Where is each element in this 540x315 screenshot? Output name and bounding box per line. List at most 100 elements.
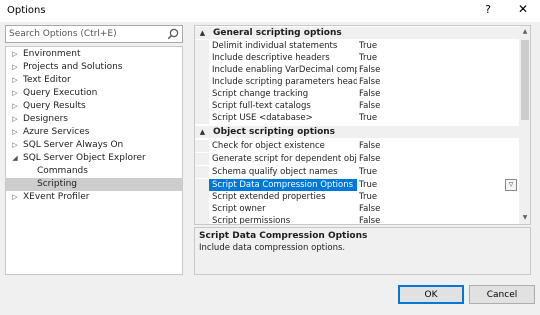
category-general-scripting-options[interactable]: ▲ General scripting options	[195, 27, 519, 39]
row-margin	[195, 179, 209, 191]
row-margin	[195, 40, 209, 52]
tree-item-xevent-profiler[interactable]: ▷ XEvent Profiler	[6, 191, 182, 204]
tree-item-query-results[interactable]: ▷ Query Results	[6, 100, 182, 113]
property-value[interactable]: False	[359, 100, 519, 112]
property-row[interactable]: Script extended properties True	[195, 191, 519, 203]
row-margin	[195, 140, 209, 152]
property-grid: ▲ General scripting options Delimit indi…	[194, 25, 531, 225]
tree-item-sql-server-object-explorer[interactable]: ◢ SQL Server Object Explorer	[6, 152, 182, 165]
tree-item-label: Text Editor	[23, 75, 71, 85]
row-margin	[195, 52, 209, 64]
tree-item-designers[interactable]: ▷ Designers	[6, 113, 182, 126]
property-name: Script permissions	[212, 216, 291, 225]
expand-arrow-icon[interactable]: ▷	[11, 191, 19, 204]
tree-item-label: Designers	[23, 114, 68, 124]
expand-arrow-icon[interactable]: ▷	[11, 87, 19, 100]
description-panel: Script Data Compression Options Include …	[194, 227, 531, 275]
scroll-up-icon[interactable]: ▲	[519, 26, 530, 38]
property-row[interactable]: Generate script for dependent objects Fa…	[195, 153, 519, 165]
property-name: Delimit individual statements	[212, 41, 338, 51]
row-margin	[195, 191, 209, 203]
property-value[interactable]: False	[359, 64, 519, 76]
property-row[interactable]: Script owner False	[195, 203, 519, 215]
property-value[interactable]: True	[359, 191, 519, 203]
collapse-arrow-icon[interactable]: ◢	[11, 152, 19, 165]
tree-item-environment[interactable]: ▷ Environment	[6, 48, 182, 61]
help-icon[interactable]: ?	[478, 3, 498, 19]
expand-arrow-icon[interactable]: ▷	[11, 74, 19, 87]
tree-item-scripting[interactable]: Scripting	[6, 178, 182, 191]
expand-arrow-icon[interactable]: ▷	[11, 126, 19, 139]
row-margin	[195, 76, 209, 88]
property-value[interactable]: False	[359, 76, 519, 88]
tree-item-projects-and-solutions[interactable]: ▷ Projects and Solutions	[6, 61, 182, 74]
tree-item-query-execution[interactable]: ▷ Query Execution	[6, 87, 182, 100]
property-value[interactable]: False	[359, 203, 519, 215]
property-row[interactable]: Include descriptive headers True	[195, 52, 519, 64]
row-margin	[195, 88, 209, 100]
row-margin	[195, 64, 209, 76]
category-object-scripting-options[interactable]: ▲ Object scripting options	[195, 126, 519, 138]
tree-item-text-editor[interactable]: ▷ Text Editor	[6, 74, 182, 87]
expand-arrow-icon[interactable]: ▷	[11, 61, 19, 74]
property-value[interactable]: True	[359, 40, 519, 52]
row-margin	[195, 166, 209, 178]
property-row[interactable]: Include scripting parameters header Fals…	[195, 76, 519, 88]
property-row[interactable]: Script USE <database> True	[195, 112, 519, 124]
tree-item-azure-services[interactable]: ▷ Azure Services	[6, 126, 182, 139]
expand-arrow-icon[interactable]: ▷	[11, 113, 19, 126]
description-text: Include data compression options.	[199, 243, 346, 253]
tree-item-commands[interactable]: Commands	[6, 165, 182, 178]
property-name: Schema qualify object names	[212, 167, 338, 177]
expand-arrow-icon[interactable]: ▷	[11, 100, 19, 113]
row-margin	[195, 112, 209, 124]
property-value[interactable]: True	[359, 52, 519, 64]
tree-item-label: Environment	[23, 49, 81, 59]
property-value[interactable]: True	[359, 166, 519, 178]
property-name: Script owner	[212, 204, 266, 214]
property-value[interactable]: False	[359, 88, 519, 100]
scroll-thumb[interactable]	[521, 40, 529, 120]
tree-item-sql-server-always-on[interactable]: ▷ SQL Server Always On	[6, 139, 182, 152]
property-value[interactable]: True	[359, 179, 519, 191]
property-value[interactable]: False	[359, 153, 519, 165]
property-row[interactable]: Delimit individual statements True	[195, 40, 519, 52]
collapse-category-icon[interactable]: ▲	[198, 126, 207, 138]
property-value[interactable]: False	[359, 140, 519, 152]
tree-item-label: Projects and Solutions	[23, 62, 123, 72]
category-label: Object scripting options	[213, 127, 336, 137]
property-row-selected[interactable]: Script Data Compression Options True	[195, 179, 519, 191]
expand-arrow-icon[interactable]: ▷	[11, 48, 19, 61]
row-margin	[195, 100, 209, 112]
scroll-down-icon[interactable]: ▼	[519, 212, 530, 224]
value-dropdown-icon[interactable]: ▽	[505, 179, 517, 191]
property-value[interactable]: True	[359, 112, 519, 124]
property-name: Script change tracking	[212, 89, 309, 99]
tree-item-label: Azure Services	[23, 127, 90, 137]
property-row[interactable]: Include enabling VarDecimal compression …	[195, 64, 519, 76]
property-row[interactable]: Script change tracking False	[195, 88, 519, 100]
property-row[interactable]: Script permissions False	[195, 215, 519, 225]
expand-arrow-icon[interactable]: ▷	[11, 139, 19, 152]
vertical-scrollbar[interactable]: ▲ ▼	[519, 26, 530, 224]
property-row[interactable]: Script full-text catalogs False	[195, 100, 519, 112]
close-icon[interactable]: ✕	[512, 2, 534, 18]
search-input[interactable]	[6, 26, 164, 42]
search-icon[interactable]	[166, 27, 180, 41]
category-label: General scripting options	[213, 28, 342, 38]
description-title: Script Data Compression Options	[199, 231, 368, 241]
property-name: Script Data Compression Options	[209, 179, 357, 191]
property-row[interactable]: Check for object existence False	[195, 140, 519, 152]
property-value[interactable]: False	[359, 215, 519, 224]
tree-item-label: XEvent Profiler	[23, 192, 90, 202]
cancel-button[interactable]: Cancel	[469, 285, 535, 304]
ok-button[interactable]: OK	[398, 285, 464, 304]
property-row[interactable]: Schema qualify object names True	[195, 166, 519, 178]
property-name: Include enabling VarDecimal compression	[212, 65, 357, 75]
tree-item-label: SQL Server Always On	[23, 140, 124, 150]
tree-item-label: Query Results	[23, 101, 86, 111]
property-name: Include descriptive headers	[212, 53, 330, 63]
collapse-category-icon[interactable]: ▲	[198, 27, 207, 39]
tree-item-label: Query Execution	[23, 88, 98, 98]
options-tree: ▷ Environment ▷ Projects and Solutions ▷…	[5, 46, 183, 275]
